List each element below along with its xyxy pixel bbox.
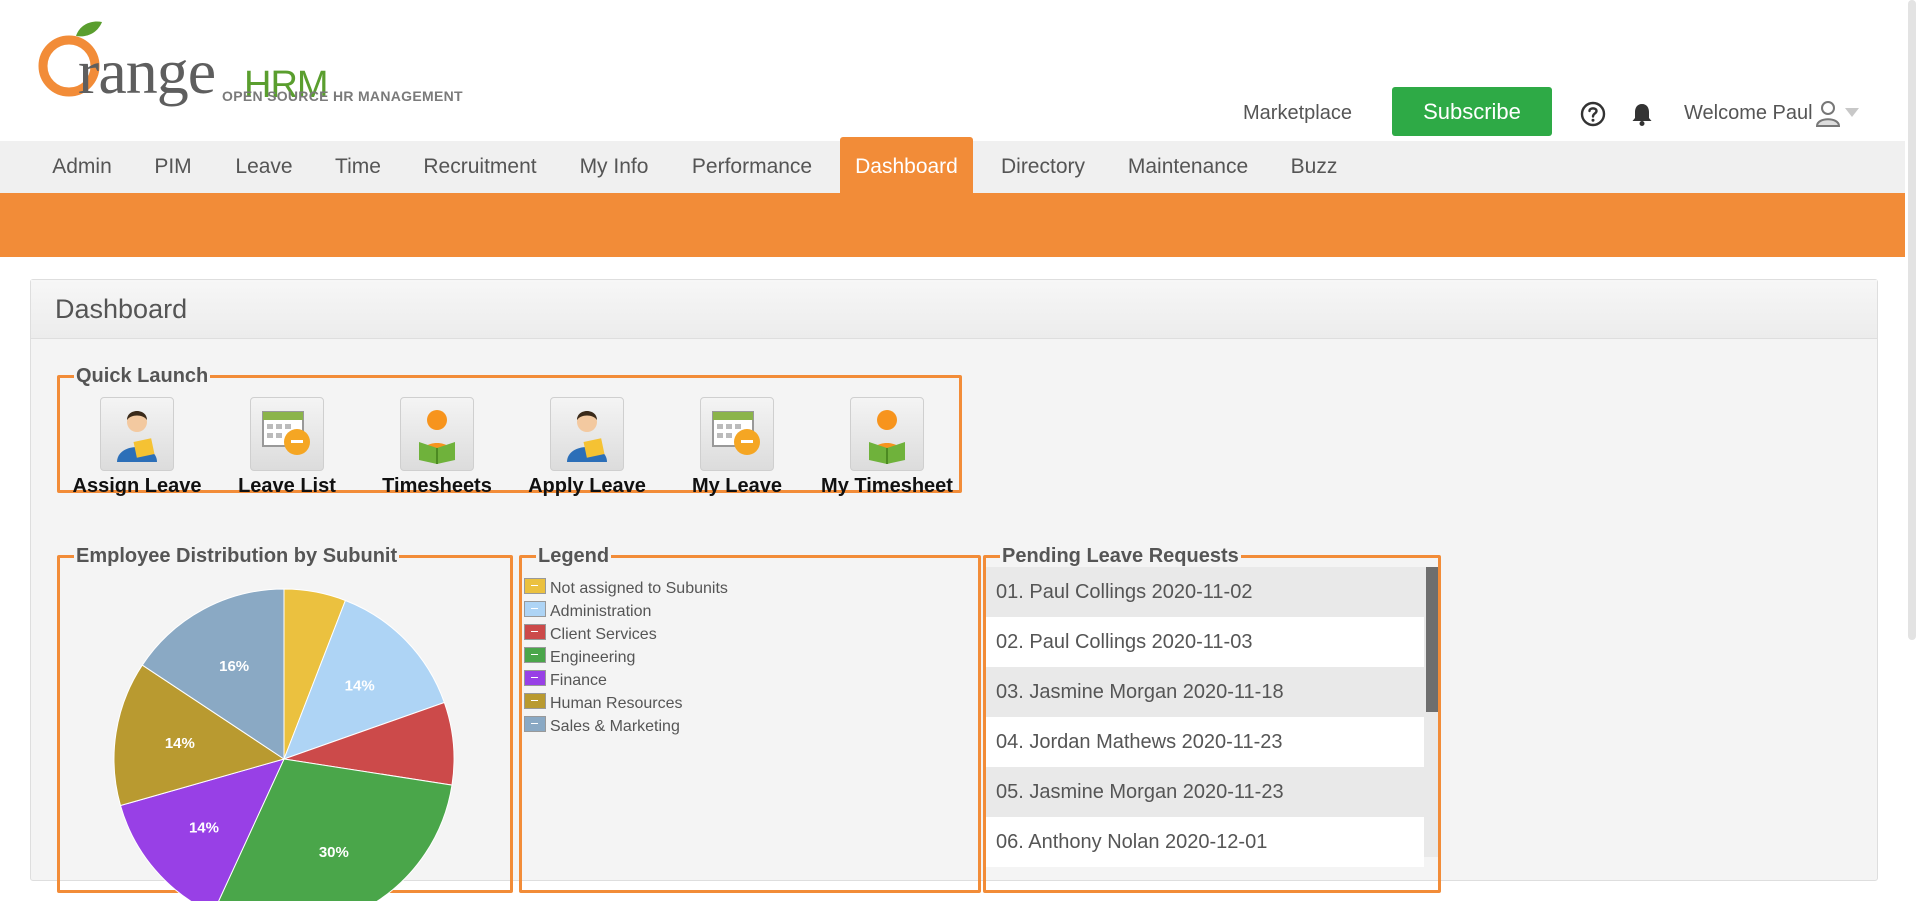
quick-launch-label: Leave List bbox=[238, 475, 336, 497]
pie-slice-label: 16% bbox=[219, 658, 249, 675]
menu-item-maintenance[interactable]: Maintenance bbox=[1118, 141, 1258, 193]
menu-item-pim[interactable]: PIM bbox=[140, 141, 206, 193]
pie-slice-label: 14% bbox=[189, 820, 219, 837]
quick-launch-box: Quick Launch Assign Leave Leave List Tim… bbox=[57, 365, 962, 497]
quick-launch-title: Quick Launch bbox=[76, 365, 209, 387]
pending-leave-item[interactable]: 02. Paul Collings 2020-11-03 bbox=[986, 617, 1424, 667]
employee-distribution-pie-chart: 14% 30% 14% 14% 16% bbox=[113, 588, 455, 901]
legend-item: Human Resources bbox=[524, 693, 683, 713]
my-leave-icon[interactable] bbox=[700, 397, 774, 471]
legend-label: Administration bbox=[550, 603, 652, 620]
employee-distribution-title: Employee Distribution by Subunit bbox=[76, 545, 398, 567]
menu-item-buzz[interactable]: Buzz bbox=[1278, 141, 1350, 193]
quick-launch-label: My Timesheet bbox=[821, 475, 953, 497]
quick-launch-apply-leave[interactable]: Apply Leave bbox=[512, 397, 662, 498]
page-title: Dashboard bbox=[55, 294, 188, 324]
logo-tagline: OPEN SOURCE HR MANAGEMENT bbox=[222, 88, 463, 104]
user-avatar-icon[interactable] bbox=[1815, 99, 1841, 127]
menu-item-directory[interactable]: Directory bbox=[988, 141, 1098, 193]
pending-leave-title: Pending Leave Requests bbox=[1002, 545, 1239, 567]
apply-leave-icon[interactable] bbox=[550, 397, 624, 471]
pending-leave-list[interactable]: 01. Paul Collings 2020-11-02 02. Paul Co… bbox=[986, 567, 1438, 897]
welcome-user-menu[interactable]: Welcome Paul bbox=[1684, 102, 1813, 125]
main-menu: Admin PIM Leave Time Recruitment My Info… bbox=[0, 137, 1905, 194]
pending-leave-item[interactable]: 04. Jordan Mathews 2020-11-23 bbox=[986, 717, 1424, 767]
legend-item: Sales & Marketing bbox=[524, 716, 680, 736]
quick-launch-label: Assign Leave bbox=[72, 475, 202, 497]
pending-leave-item[interactable]: 05. Jasmine Morgan 2020-11-23 bbox=[986, 767, 1424, 817]
chevron-down-icon[interactable] bbox=[1845, 108, 1859, 117]
quick-launch-label: My Leave bbox=[691, 475, 783, 497]
legend-swatch bbox=[524, 647, 546, 663]
legend-title: Legend bbox=[538, 545, 610, 567]
pending-leave-item[interactable]: 06. Anthony Nolan 2020-12-01 bbox=[986, 817, 1424, 867]
pending-leave-item[interactable]: 01. Paul Collings 2020-11-02 bbox=[986, 567, 1424, 617]
legend-swatch bbox=[524, 578, 546, 594]
quick-launch-timesheets[interactable]: Timesheets bbox=[362, 397, 512, 498]
legend-swatch bbox=[524, 670, 546, 686]
menu-item-admin[interactable]: Admin bbox=[36, 141, 128, 193]
quick-launch-leave-list[interactable]: Leave List bbox=[212, 397, 362, 498]
quick-launch-assign-leave[interactable]: Assign Leave bbox=[62, 397, 212, 498]
panel-header: Dashboard bbox=[31, 280, 1877, 339]
legend-item: Client Services bbox=[524, 624, 657, 644]
dashboard-panel: Dashboard Quick Launch Assign Leave Leav… bbox=[30, 279, 1878, 901]
marketplace-link[interactable]: Marketplace bbox=[1243, 102, 1352, 125]
timesheets-icon[interactable] bbox=[400, 397, 474, 471]
legend-box: Legend Not assigned to Subunits Administr… bbox=[519, 545, 981, 893]
menu-item-performance[interactable]: Performance bbox=[676, 141, 828, 193]
submenu-bar bbox=[0, 193, 1905, 257]
legend-item: Finance bbox=[524, 670, 607, 690]
bell-icon[interactable] bbox=[1629, 101, 1655, 127]
legend-label: Client Services bbox=[550, 626, 657, 643]
assign-leave-icon[interactable] bbox=[100, 397, 174, 471]
menu-item-leave[interactable]: Leave bbox=[222, 141, 306, 193]
menu-item-my-info[interactable]: My Info bbox=[566, 141, 662, 193]
help-icon[interactable] bbox=[1580, 101, 1606, 127]
page-scrollbar-thumb[interactable] bbox=[1908, 0, 1916, 640]
leave-list-icon[interactable] bbox=[250, 397, 324, 471]
legend-swatch bbox=[524, 601, 546, 617]
legend-label: Human Resources bbox=[550, 695, 683, 712]
quick-launch-my-timesheet[interactable]: My Timesheet bbox=[812, 397, 962, 498]
legend-swatch bbox=[524, 716, 546, 732]
pending-leave-item[interactable]: 03. Jasmine Morgan 2020-11-18 bbox=[986, 667, 1424, 717]
menu-item-dashboard[interactable]: Dashboard bbox=[840, 137, 973, 193]
legend-swatch bbox=[524, 693, 546, 709]
legend-label: Engineering bbox=[550, 649, 636, 666]
legend-item: Administration bbox=[524, 601, 651, 621]
quick-launch-label: Timesheets bbox=[382, 475, 492, 497]
pie-slice-label: 14% bbox=[165, 735, 195, 752]
menu-item-time[interactable]: Time bbox=[322, 141, 394, 193]
legend-item: Not assigned to Subunits bbox=[524, 578, 728, 598]
logo-brand-text: range bbox=[78, 36, 216, 107]
menu-item-recruitment[interactable]: Recruitment bbox=[410, 141, 550, 193]
employee-distribution-box: Employee Distribution by Subunit 14% 30% 1… bbox=[57, 545, 513, 901]
orangehrm-logo[interactable]: range HRM OPEN SOURCE HR MANAGEMENT bbox=[36, 18, 466, 108]
pie-slice-label: 30% bbox=[319, 844, 349, 861]
legend-label: Not assigned to Subunits bbox=[550, 580, 728, 597]
subscribe-button[interactable]: Subscribe bbox=[1392, 87, 1552, 136]
header: range HRM OPEN SOURCE HR MANAGEMENT Mark… bbox=[0, 0, 1905, 141]
pending-leave-box: Pending Leave Requests 01. Paul Collings… bbox=[983, 545, 1441, 893]
legend-label: Sales & Marketing bbox=[550, 718, 680, 735]
pie-slice-label: 14% bbox=[345, 678, 375, 695]
legend-item: Engineering bbox=[524, 647, 635, 667]
pending-leave-scrollbar-thumb[interactable] bbox=[1426, 567, 1438, 712]
legend-label: Finance bbox=[550, 672, 607, 689]
quick-launch-my-leave[interactable]: My Leave bbox=[662, 397, 812, 498]
legend-swatch bbox=[524, 624, 546, 640]
quick-launch-label: Apply Leave bbox=[528, 475, 646, 497]
my-timesheet-icon[interactable] bbox=[850, 397, 924, 471]
